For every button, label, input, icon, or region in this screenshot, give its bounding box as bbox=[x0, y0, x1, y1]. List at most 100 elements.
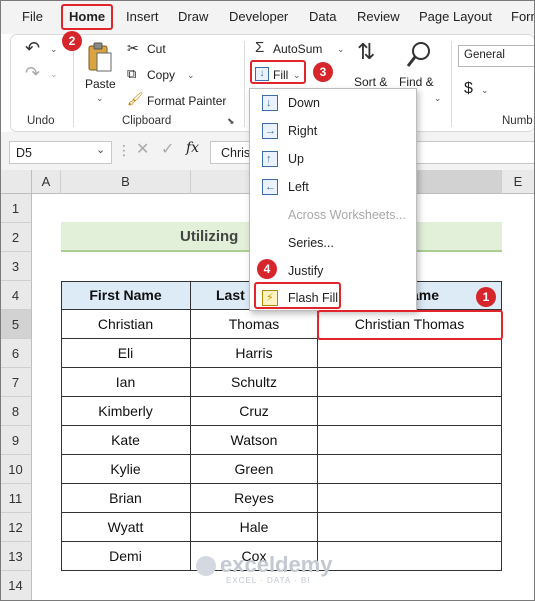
menu-item-fill-up[interactable]: ↑ Up bbox=[250, 145, 416, 173]
find-select-button[interactable]: Find & bbox=[399, 75, 434, 89]
number-format-value: General bbox=[464, 49, 505, 61]
copy-button[interactable]: Copy bbox=[147, 68, 175, 82]
tab-page-layout[interactable]: Page Layout bbox=[419, 9, 492, 24]
cell-first-name[interactable]: Kylie bbox=[61, 455, 191, 484]
menu-item-fill-down[interactable]: ↓ Down bbox=[250, 89, 416, 117]
cell-full-name[interactable] bbox=[318, 397, 502, 426]
cell-first-name[interactable]: Christian bbox=[61, 310, 191, 339]
cell-last-name[interactable]: Schultz bbox=[191, 368, 318, 397]
tab-file[interactable]: File bbox=[22, 9, 43, 24]
cell-first-name[interactable]: Eli bbox=[61, 339, 191, 368]
tab-draw[interactable]: Draw bbox=[178, 9, 208, 24]
autosum-button[interactable]: AutoSum bbox=[273, 42, 322, 56]
cell-full-name[interactable] bbox=[318, 513, 502, 542]
undo-icon[interactable]: ↶ bbox=[25, 38, 40, 59]
cell-last-name[interactable]: Reyes bbox=[191, 484, 318, 513]
menu-item-label: Left bbox=[288, 180, 309, 194]
row-header[interactable]: 12 bbox=[0, 513, 32, 542]
cell-full-name[interactable] bbox=[318, 542, 502, 571]
cell-full-name[interactable] bbox=[318, 455, 502, 484]
row-header[interactable]: 10 bbox=[0, 455, 32, 484]
row-header[interactable]: 13 bbox=[0, 542, 32, 571]
row-header[interactable]: 11 bbox=[0, 484, 32, 513]
copy-icon[interactable]: ⧉ bbox=[127, 66, 136, 82]
menu-item-label: Flash Fill bbox=[288, 291, 339, 305]
copy-dropdown-icon[interactable]: ⌄ bbox=[187, 70, 195, 81]
sort-filter-icon[interactable]: ⇅ bbox=[357, 39, 375, 65]
cell-last-name[interactable]: Cruz bbox=[191, 397, 318, 426]
tab-home[interactable]: Home bbox=[69, 9, 105, 24]
cell-last-name[interactable]: Harris bbox=[191, 339, 318, 368]
find-select-icon[interactable] bbox=[405, 40, 433, 70]
sort-filter-button[interactable]: Sort & bbox=[354, 75, 387, 89]
name-box-dropdown-icon[interactable]: ⌄ bbox=[96, 143, 105, 156]
insert-function-icon[interactable]: fx bbox=[186, 140, 199, 156]
fill-dropdown-icon[interactable]: ⌄ bbox=[293, 70, 301, 81]
header-cell-first-name[interactable]: First Name bbox=[61, 281, 191, 310]
tab-insert[interactable]: Insert bbox=[126, 9, 159, 24]
autosum-icon[interactable]: Σ bbox=[255, 39, 264, 56]
select-all-corner[interactable] bbox=[0, 170, 32, 194]
paste-button[interactable]: Paste bbox=[85, 77, 116, 91]
cell-first-name[interactable]: Brian bbox=[61, 484, 191, 513]
cell-full-name[interactable] bbox=[318, 339, 502, 368]
tab-formulas[interactable]: Form bbox=[511, 9, 535, 24]
row-header[interactable]: 8 bbox=[0, 397, 32, 426]
row-header[interactable]: 5 bbox=[0, 310, 32, 339]
name-box[interactable]: D5 ⌄ bbox=[9, 141, 112, 164]
fill-button[interactable]: Fill bbox=[273, 68, 288, 82]
cell-last-name[interactable]: Green bbox=[191, 455, 318, 484]
cell-first-name[interactable]: Demi bbox=[61, 542, 191, 571]
format-painter-icon[interactable]: 🖌 bbox=[127, 91, 144, 107]
cell-last-name[interactable]: Hale bbox=[191, 513, 318, 542]
column-header-a[interactable]: A bbox=[32, 170, 61, 194]
cell-first-name[interactable]: Kimberly bbox=[61, 397, 191, 426]
cut-button[interactable]: Cut bbox=[147, 42, 166, 56]
row-header[interactable]: 3 bbox=[0, 252, 32, 281]
row-header[interactable]: 14 bbox=[0, 571, 32, 601]
fill-left-icon: ← bbox=[262, 179, 278, 195]
autosum-dropdown-icon[interactable]: ⌄ bbox=[337, 44, 345, 55]
column-header-e[interactable]: E bbox=[502, 170, 535, 194]
row-header[interactable]: 1 bbox=[0, 194, 32, 223]
paste-icon[interactable] bbox=[87, 41, 113, 73]
confirm-entry-icon[interactable]: ✓ bbox=[161, 139, 174, 159]
cell-last-name[interactable]: Thomas bbox=[191, 310, 318, 339]
find-select-dropdown-icon[interactable]: ⌄ bbox=[434, 93, 442, 104]
tab-developer[interactable]: Developer bbox=[229, 9, 288, 24]
redo-dropdown-icon[interactable]: ⌄ bbox=[50, 69, 58, 80]
cell-first-name[interactable]: Kate bbox=[61, 426, 191, 455]
cancel-entry-icon[interactable]: ✕ bbox=[136, 139, 149, 159]
paste-dropdown-icon[interactable]: ⌄ bbox=[96, 93, 104, 104]
cell-full-name[interactable] bbox=[318, 368, 502, 397]
menu-item-label: Down bbox=[288, 96, 320, 110]
cell-last-name[interactable]: Watson bbox=[191, 426, 318, 455]
number-format-select[interactable]: General bbox=[458, 45, 535, 67]
cell-first-name[interactable]: Ian bbox=[61, 368, 191, 397]
cell-full-name[interactable]: Christian Thomas bbox=[318, 310, 502, 339]
tab-data[interactable]: Data bbox=[309, 9, 336, 24]
currency-icon[interactable]: $ bbox=[464, 80, 473, 98]
clipboard-launcher-icon[interactable]: ⬊ bbox=[227, 116, 235, 127]
redo-icon[interactable]: ↷ bbox=[25, 63, 40, 84]
menu-item-fill-left[interactable]: ← Left bbox=[250, 173, 416, 201]
tab-review[interactable]: Review bbox=[357, 9, 400, 24]
row-header[interactable]: 7 bbox=[0, 368, 32, 397]
column-header-b[interactable]: B bbox=[61, 170, 191, 194]
cell-full-name[interactable] bbox=[318, 426, 502, 455]
row-header[interactable]: 2 bbox=[0, 223, 32, 252]
row-header[interactable]: 9 bbox=[0, 426, 32, 455]
menu-item-flash-fill[interactable]: ⚡ Flash Fill bbox=[250, 284, 416, 312]
menu-item-fill-right[interactable]: → Right bbox=[250, 117, 416, 145]
menu-item-series[interactable]: Series... bbox=[250, 229, 416, 257]
format-painter-button[interactable]: Format Painter bbox=[147, 94, 226, 108]
sheet-title: Utilizing bbox=[180, 228, 239, 245]
row-header[interactable]: 6 bbox=[0, 339, 32, 368]
undo-dropdown-icon[interactable]: ⌄ bbox=[50, 44, 58, 55]
fill-icon[interactable]: ↓ bbox=[255, 67, 269, 81]
row-header[interactable]: 4 bbox=[0, 281, 32, 310]
cell-first-name[interactable]: Wyatt bbox=[61, 513, 191, 542]
currency-dropdown-icon[interactable]: ⌄ bbox=[481, 85, 489, 96]
cell-full-name[interactable] bbox=[318, 484, 502, 513]
cut-icon[interactable]: ✂ bbox=[127, 40, 139, 57]
